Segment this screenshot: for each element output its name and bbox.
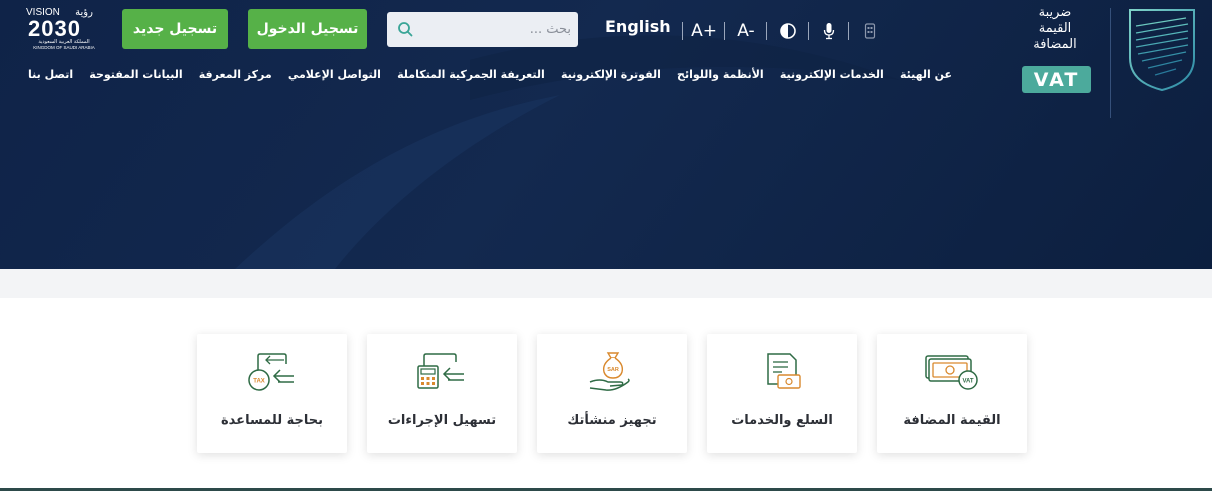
toolbar-separator (808, 22, 809, 40)
vision-2030-logo: VISION رؤية 2030 المملكة العربية السعودي… (26, 7, 95, 50)
nav-item-knowledge-center[interactable]: مركز المعرفة (199, 68, 272, 86)
brand-line: ضريبة (1038, 5, 1072, 20)
microphone-icon (823, 23, 835, 40)
brand-divider (1110, 8, 1111, 118)
card-label: تسهيل الإجراءات (387, 413, 497, 428)
card-need-help[interactable]: TAX بحاجة للمساعدة (197, 334, 347, 453)
nav-item-e-services[interactable]: الخدمات الإلكترونية (780, 68, 884, 86)
card-goods-services[interactable]: السلع والخدمات (707, 334, 857, 453)
svg-text:VAT: VAT (962, 379, 973, 385)
goods-services-icon (767, 353, 801, 389)
nav-item-open-data[interactable]: البيانات المفتوحة (89, 68, 182, 86)
main-nav: عن الهيئة الخدمات الإلكترونية الأنظمة وا… (28, 68, 952, 86)
nav-item-regulations[interactable]: الأنظمة واللوائح (677, 68, 764, 86)
vat-money-icon: VAT (925, 355, 978, 390)
nav-item-media[interactable]: التواصل الإعلامي (288, 68, 381, 86)
card-vat[interactable]: VAT القيمة المضافة (877, 334, 1027, 453)
page: VISION رؤية 2030 المملكة العربية السعودي… (0, 0, 1212, 491)
nav-item-e-invoicing[interactable]: الفوترة الإلكترونية (561, 68, 661, 86)
search-input[interactable] (419, 12, 571, 47)
svg-text:TAX: TAX (253, 379, 265, 385)
card-label: بحاجة للمساعدة (221, 413, 323, 428)
brand-title: ضريبة القيمة المضافة (1022, 5, 1088, 53)
voice-reader-button[interactable] (820, 20, 838, 42)
font-increase-button[interactable]: A+ (691, 20, 717, 42)
brand-line: المضافة (1033, 37, 1077, 52)
tax-help-icon: TAX (248, 353, 294, 391)
card-label: تجهيز منشأتك (567, 413, 657, 428)
login-button[interactable]: تسجيل الدخول (248, 9, 367, 49)
language-switch-link[interactable]: English (605, 17, 671, 36)
card-facilitate-procedures[interactable]: تسهيل الإجراءات (367, 334, 517, 453)
card-label: القيمة المضافة (903, 413, 1001, 428)
search-icon[interactable] (397, 21, 413, 37)
svg-text:SAR: SAR (607, 367, 619, 373)
nav-item-about[interactable]: عن الهيئة (900, 68, 952, 86)
hero-bottom-strip (0, 269, 1212, 298)
contrast-icon (780, 23, 796, 39)
toolbar-separator (724, 22, 725, 40)
svg-text:KINGDOM OF SAUDI ARABIA: KINGDOM OF SAUDI ARABIA (33, 45, 95, 50)
top-toolbar: VISION رؤية 2030 المملكة العربية السعودي… (0, 0, 1212, 118)
nav-item-contact[interactable]: اتصل بنا (28, 68, 73, 86)
vat-badge: VAT (1022, 66, 1091, 93)
hero-banner: VISION رؤية 2030 المملكة العربية السعودي… (0, 0, 1212, 269)
register-button[interactable]: تسجيل جديد (122, 9, 228, 49)
sign-language-button[interactable] (861, 20, 879, 42)
card-prepare-establishment[interactable]: SAR تجهيز منشأتك (537, 334, 687, 453)
svg-text:2030: 2030 (28, 16, 81, 41)
brand-line: القيمة (1038, 21, 1072, 36)
search-box (387, 12, 578, 47)
zatca-shield-logo[interactable] (1126, 6, 1198, 92)
font-decrease-button[interactable]: A- (735, 20, 757, 42)
toolbar-separator (682, 22, 683, 40)
calculator-arrow-icon (417, 353, 464, 389)
card-label: السلع والخدمات (731, 413, 833, 428)
toolbar-separator (766, 22, 767, 40)
device-icon (864, 23, 876, 39)
sar-money-bag-icon: SAR (589, 352, 630, 391)
nav-item-integrated-tariff[interactable]: التعريفة الجمركية المتكاملة (397, 68, 545, 86)
contrast-toggle[interactable] (778, 20, 798, 42)
toolbar-separator (848, 22, 849, 40)
